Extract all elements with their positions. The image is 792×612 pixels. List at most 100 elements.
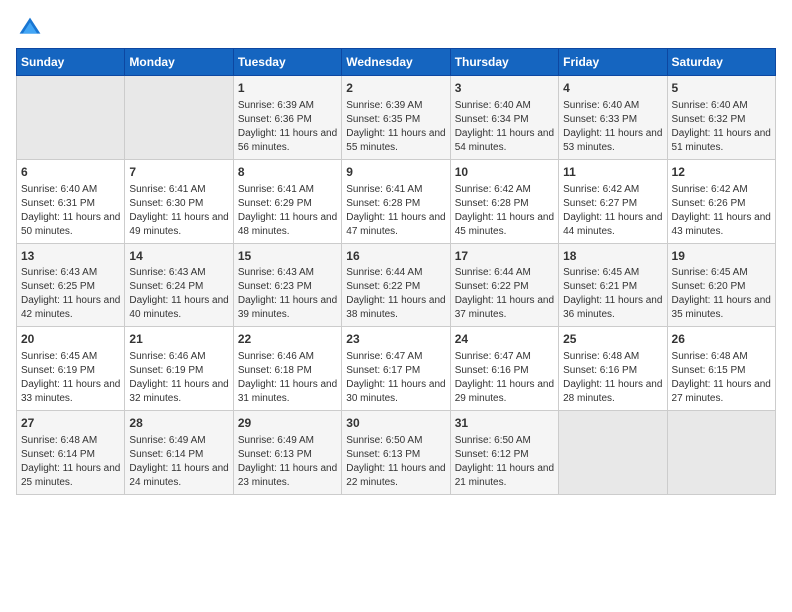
calendar-day-cell: 14Sunrise: 6:43 AM Sunset: 6:24 PM Dayli… — [125, 243, 233, 327]
day-info: Sunrise: 6:44 AM Sunset: 6:22 PM Dayligh… — [455, 266, 554, 322]
calendar-day-cell: 13Sunrise: 6:43 AM Sunset: 6:25 PM Dayli… — [17, 243, 125, 327]
day-number: 10 — [455, 164, 554, 181]
day-info: Sunrise: 6:46 AM Sunset: 6:18 PM Dayligh… — [238, 350, 337, 406]
calendar-day-cell: 27Sunrise: 6:48 AM Sunset: 6:14 PM Dayli… — [17, 411, 125, 495]
calendar-week-row: 6 Sunrise: 6:40 AM Sunset: 6:31 PM Daylig… — [17, 159, 776, 243]
day-info: Sunrise: 6:39 AM Sunset: 6:36 PM Dayligh… — [238, 99, 337, 155]
day-number: 1 — [238, 80, 337, 97]
calendar-day-cell: 19Sunrise: 6:45 AM Sunset: 6:20 PM Dayli… — [667, 243, 775, 327]
day-info: Sunrise: 6:42 AM Sunset: 6:28 PM Dayligh… — [455, 183, 554, 239]
calendar-day-cell: 20 Sunrise: 6:45 AM Sunset: 6:19 PM Dayli… — [17, 327, 125, 411]
day-info: Sunrise: 6:42 AM Sunset: 6:27 PM Dayligh… — [563, 183, 662, 239]
calendar-day-cell — [667, 411, 775, 495]
header-cell: Friday — [559, 49, 667, 76]
header-cell: Thursday — [450, 49, 558, 76]
calendar-day-cell: 1 Sunrise: 6:39 AM Sunset: 6:36 PM Daylig… — [233, 76, 341, 160]
day-info: Sunrise: 6:39 AM Sunset: 6:35 PM Dayligh… — [346, 99, 445, 155]
logo — [16, 16, 42, 40]
day-number: 23 — [346, 331, 445, 348]
day-number: 17 — [455, 248, 554, 265]
header-row: SundayMondayTuesdayWednesdayThursdayFrid… — [17, 49, 776, 76]
calendar-day-cell: 6 Sunrise: 6:40 AM Sunset: 6:31 PM Daylig… — [17, 159, 125, 243]
day-info: Sunrise: 6:48 AM Sunset: 6:14 PM Dayligh… — [21, 434, 120, 490]
calendar-day-cell: 28 Sunrise: 6:49 AM Sunset: 6:14 PM Dayli… — [125, 411, 233, 495]
day-info: Sunrise: 6:50 AM Sunset: 6:12 PM Dayligh… — [455, 434, 554, 490]
calendar-day-cell: 5 Sunrise: 6:40 AM Sunset: 6:32 PM Daylig… — [667, 76, 775, 160]
day-info: Sunrise: 6:44 AM Sunset: 6:22 PM Dayligh… — [346, 266, 445, 322]
day-number: 29 — [238, 415, 337, 432]
day-number: 6 — [21, 164, 120, 181]
calendar-table: SundayMondayTuesdayWednesdayThursdayFrid… — [16, 48, 776, 495]
calendar-day-cell: 11 Sunrise: 6:42 AM Sunset: 6:27 PM Dayli… — [559, 159, 667, 243]
calendar-day-cell: 15Sunrise: 6:43 AM Sunset: 6:23 PM Dayli… — [233, 243, 341, 327]
calendar-day-cell: 12Sunrise: 6:42 AM Sunset: 6:26 PM Dayli… — [667, 159, 775, 243]
day-info: Sunrise: 6:42 AM Sunset: 6:26 PM Dayligh… — [672, 183, 771, 239]
calendar-day-cell: 18Sunrise: 6:45 AM Sunset: 6:21 PM Dayli… — [559, 243, 667, 327]
calendar-day-cell: 7Sunrise: 6:41 AM Sunset: 6:30 PM Daylig… — [125, 159, 233, 243]
day-number: 24 — [455, 331, 554, 348]
calendar-day-cell: 25Sunrise: 6:48 AM Sunset: 6:16 PM Dayli… — [559, 327, 667, 411]
day-number: 2 — [346, 80, 445, 97]
day-info: Sunrise: 6:46 AM Sunset: 6:19 PM Dayligh… — [129, 350, 228, 406]
day-info: Sunrise: 6:43 AM Sunset: 6:25 PM Dayligh… — [21, 266, 120, 322]
calendar-day-cell: 21 Sunrise: 6:46 AM Sunset: 6:19 PM Dayli… — [125, 327, 233, 411]
day-number: 16 — [346, 248, 445, 265]
day-info: Sunrise: 6:43 AM Sunset: 6:23 PM Dayligh… — [238, 266, 337, 322]
day-number: 11 — [563, 164, 662, 181]
day-info: Sunrise: 6:49 AM Sunset: 6:14 PM Dayligh… — [129, 434, 228, 490]
logo-icon — [18, 16, 42, 40]
day-number: 19 — [672, 248, 771, 265]
day-info: Sunrise: 6:47 AM Sunset: 6:16 PM Dayligh… — [455, 350, 554, 406]
calendar-day-cell: 4 Sunrise: 6:40 AM Sunset: 6:33 PM Daylig… — [559, 76, 667, 160]
day-info: Sunrise: 6:48 AM Sunset: 6:15 PM Dayligh… — [672, 350, 771, 406]
day-info: Sunrise: 6:41 AM Sunset: 6:28 PM Dayligh… — [346, 183, 445, 239]
calendar-day-cell: 9Sunrise: 6:41 AM Sunset: 6:28 PM Daylig… — [342, 159, 450, 243]
day-info: Sunrise: 6:41 AM Sunset: 6:30 PM Dayligh… — [129, 183, 228, 239]
calendar-week-row: 13Sunrise: 6:43 AM Sunset: 6:25 PM Dayli… — [17, 243, 776, 327]
calendar-day-cell: 10 Sunrise: 6:42 AM Sunset: 6:28 PM Dayli… — [450, 159, 558, 243]
day-info: Sunrise: 6:45 AM Sunset: 6:20 PM Dayligh… — [672, 266, 771, 322]
calendar-day-cell — [17, 76, 125, 160]
day-number: 28 — [129, 415, 228, 432]
day-number: 25 — [563, 331, 662, 348]
day-number: 13 — [21, 248, 120, 265]
day-info: Sunrise: 6:49 AM Sunset: 6:13 PM Dayligh… — [238, 434, 337, 490]
calendar-day-cell: 8Sunrise: 6:41 AM Sunset: 6:29 PM Daylig… — [233, 159, 341, 243]
day-info: Sunrise: 6:45 AM Sunset: 6:19 PM Dayligh… — [21, 350, 120, 406]
header-cell: Sunday — [17, 49, 125, 76]
day-info: Sunrise: 6:40 AM Sunset: 6:34 PM Dayligh… — [455, 99, 554, 155]
calendar-day-cell: 23Sunrise: 6:47 AM Sunset: 6:17 PM Dayli… — [342, 327, 450, 411]
calendar-week-row: 27Sunrise: 6:48 AM Sunset: 6:14 PM Dayli… — [17, 411, 776, 495]
day-number: 5 — [672, 80, 771, 97]
calendar-day-cell: 16Sunrise: 6:44 AM Sunset: 6:22 PM Dayli… — [342, 243, 450, 327]
day-number: 31 — [455, 415, 554, 432]
day-info: Sunrise: 6:43 AM Sunset: 6:24 PM Dayligh… — [129, 266, 228, 322]
calendar-day-cell: 29 Sunrise: 6:49 AM Sunset: 6:13 PM Dayli… — [233, 411, 341, 495]
calendar-day-cell — [125, 76, 233, 160]
day-info: Sunrise: 6:40 AM Sunset: 6:32 PM Dayligh… — [672, 99, 771, 155]
day-number: 4 — [563, 80, 662, 97]
calendar-week-row: 1 Sunrise: 6:39 AM Sunset: 6:36 PM Daylig… — [17, 76, 776, 160]
day-info: Sunrise: 6:41 AM Sunset: 6:29 PM Dayligh… — [238, 183, 337, 239]
calendar-day-cell — [559, 411, 667, 495]
day-number: 3 — [455, 80, 554, 97]
header-cell: Saturday — [667, 49, 775, 76]
day-number: 26 — [672, 331, 771, 348]
day-number: 22 — [238, 331, 337, 348]
header-cell: Wednesday — [342, 49, 450, 76]
day-number: 15 — [238, 248, 337, 265]
day-info: Sunrise: 6:40 AM Sunset: 6:33 PM Dayligh… — [563, 99, 662, 155]
day-info: Sunrise: 6:40 AM Sunset: 6:31 PM Dayligh… — [21, 183, 120, 239]
page-header — [16, 16, 776, 40]
calendar-day-cell: 3 Sunrise: 6:40 AM Sunset: 6:34 PM Daylig… — [450, 76, 558, 160]
day-info: Sunrise: 6:50 AM Sunset: 6:13 PM Dayligh… — [346, 434, 445, 490]
day-number: 20 — [21, 331, 120, 348]
calendar-day-cell: 26 Sunrise: 6:48 AM Sunset: 6:15 PM Dayli… — [667, 327, 775, 411]
calendar-day-cell: 2 Sunrise: 6:39 AM Sunset: 6:35 PM Daylig… — [342, 76, 450, 160]
day-number: 21 — [129, 331, 228, 348]
day-number: 30 — [346, 415, 445, 432]
calendar-day-cell: 30 Sunrise: 6:50 AM Sunset: 6:13 PM Dayli… — [342, 411, 450, 495]
day-number: 18 — [563, 248, 662, 265]
calendar-day-cell: 31 Sunrise: 6:50 AM Sunset: 6:12 PM Dayli… — [450, 411, 558, 495]
calendar-day-cell: 22 Sunrise: 6:46 AM Sunset: 6:18 PM Dayli… — [233, 327, 341, 411]
